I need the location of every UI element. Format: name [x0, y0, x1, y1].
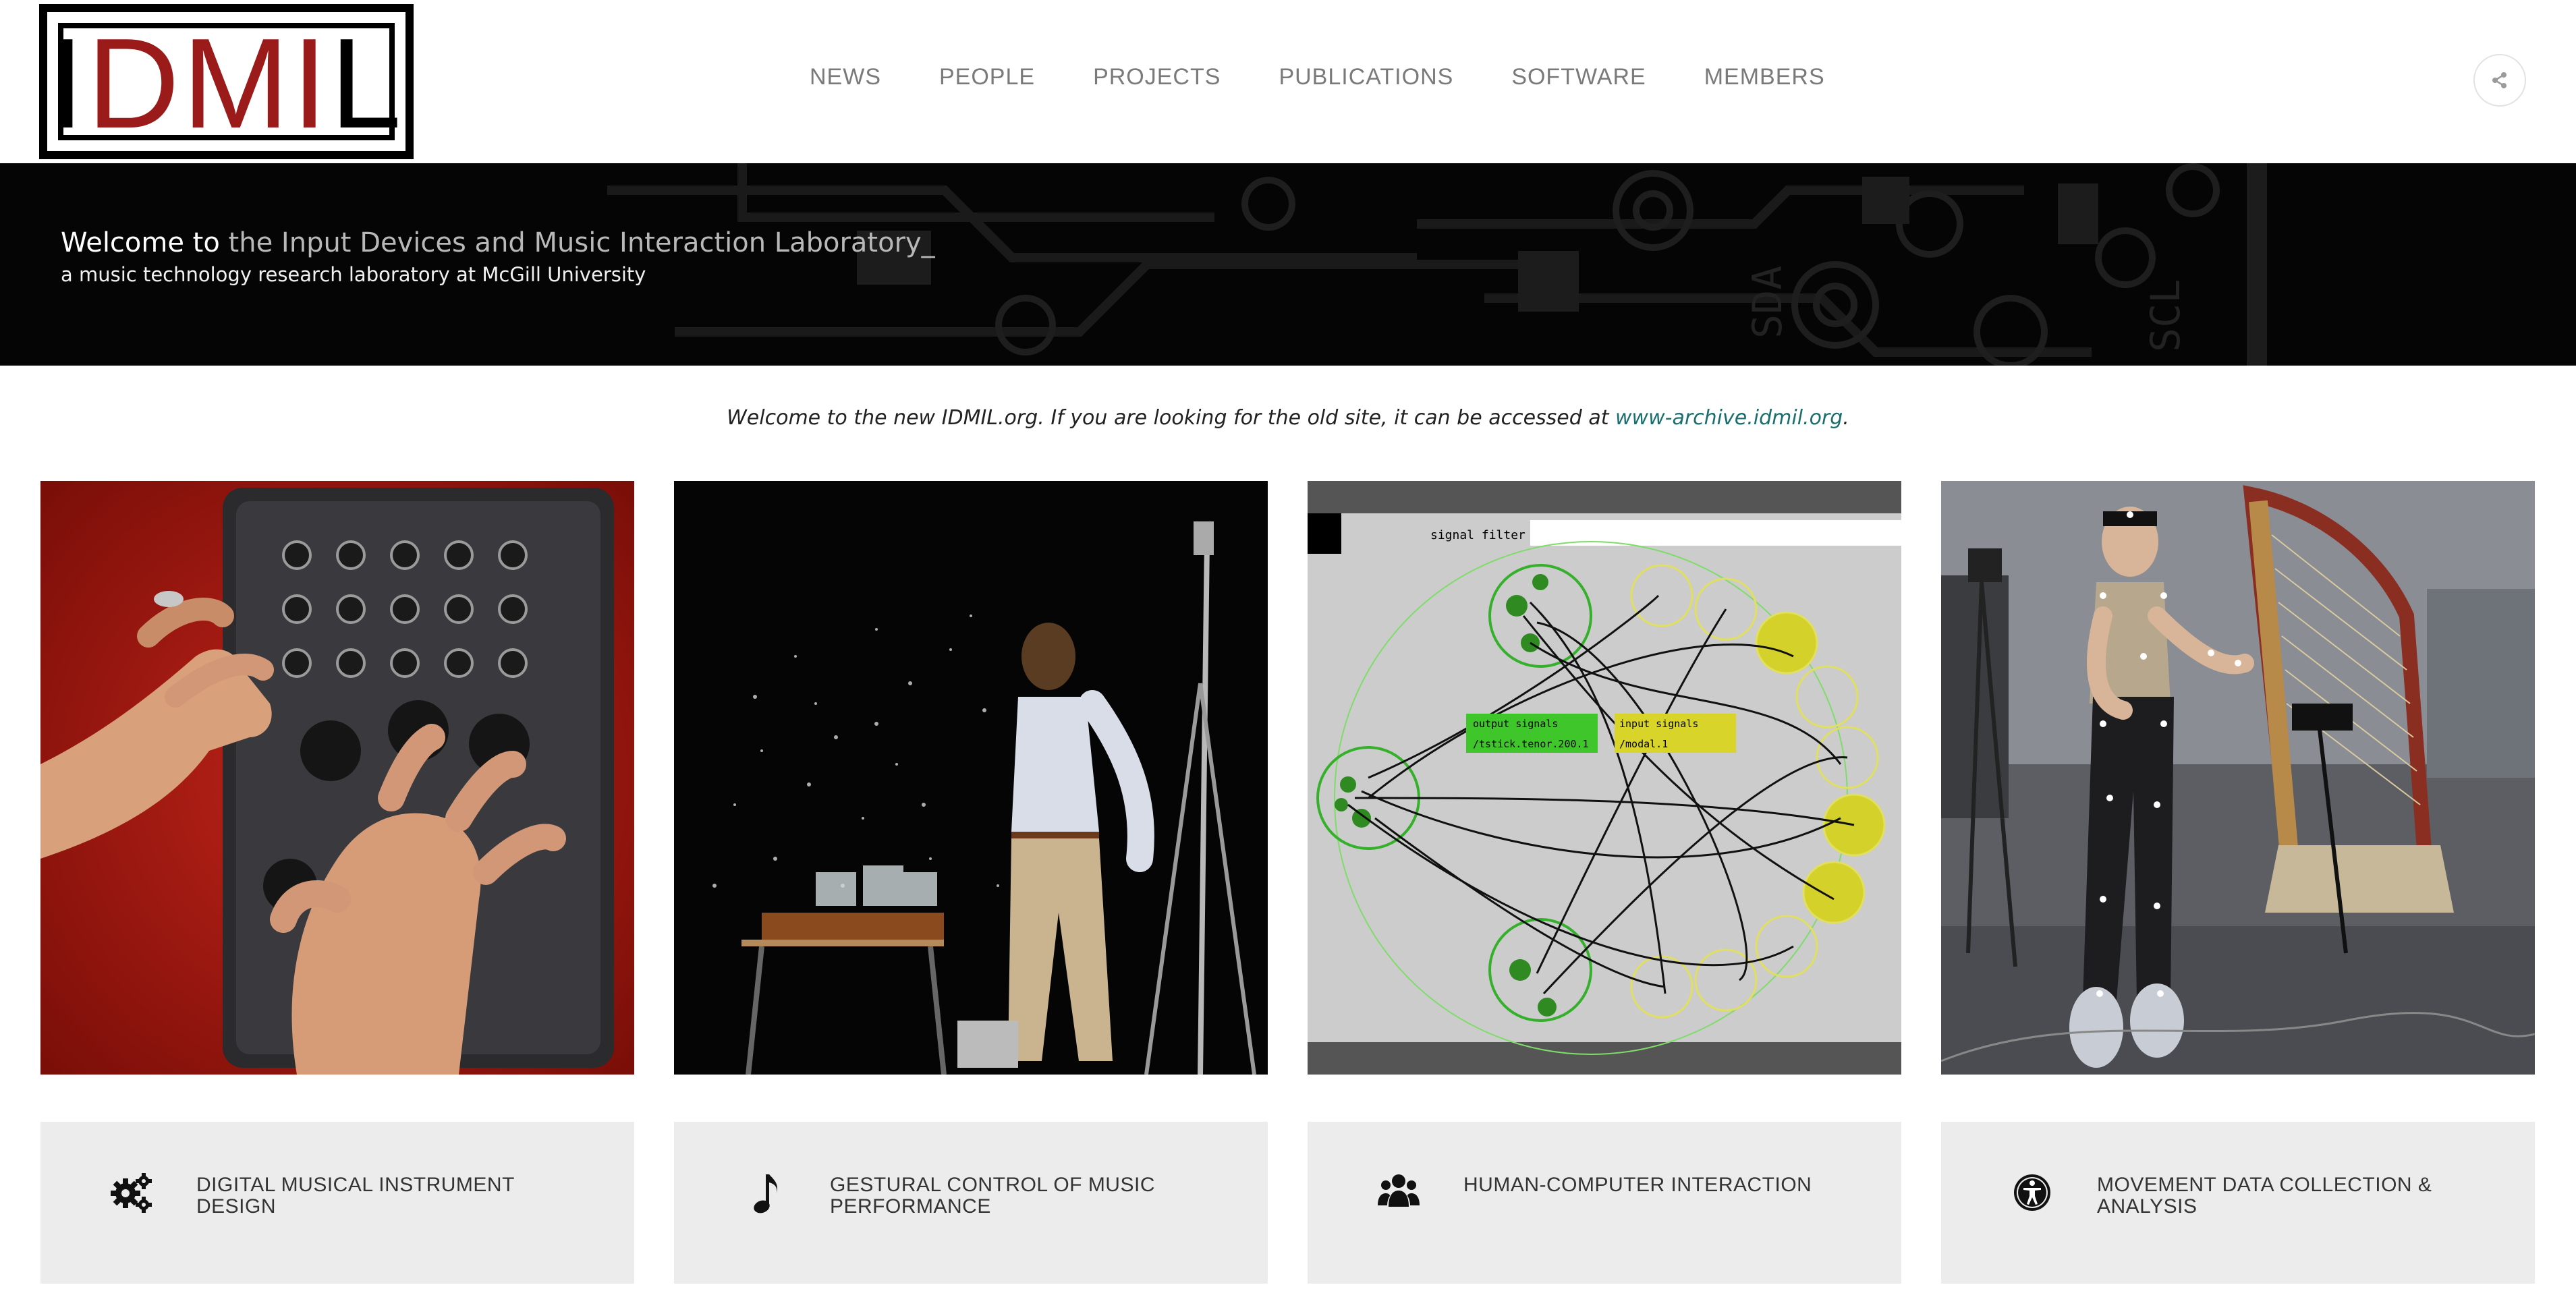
nav-item-news[interactable]: NEWS — [810, 64, 881, 98]
users-icon — [1378, 1174, 1420, 1207]
notice-text: Welcome to the new IDMIL.org. If you are… — [727, 406, 1616, 430]
input-signal-value: /modal.1 — [1619, 738, 1668, 750]
site-header: IDMIL NEWS PEOPLE PROJECTS PUBLICATIONS … — [0, 0, 2576, 163]
hero-welcome-text: Welcome to — [61, 227, 220, 258]
nav-item-people[interactable]: PEOPLE — [939, 64, 1035, 98]
category-card-dmi-design[interactable]: DIGITAL MUSICAL INSTRUMENT DESIGN — [40, 1122, 634, 1284]
card-label: MOVEMENT DATA COLLECTION & ANALYSIS — [2097, 1174, 2432, 1218]
logo-letter-l: L — [330, 12, 404, 155]
motion-capture-photo — [1941, 481, 2535, 1075]
hero-title: Welcome to the Input Devices and Music I… — [61, 227, 935, 258]
instrument-photo — [40, 481, 634, 1075]
accessibility-icon — [2014, 1174, 2050, 1211]
logo-inner-frame: IDMIL — [49, 20, 401, 148]
site-notice: Welcome to the new IDMIL.org. If you are… — [0, 406, 2576, 430]
idmil-logo[interactable]: IDMIL — [39, 4, 414, 159]
logo-letter-i: I — [49, 12, 87, 155]
performance-photo — [674, 481, 1268, 1075]
main-nav: NEWS PEOPLE PROJECTS PUBLICATIONS SOFTWA… — [810, 64, 1883, 98]
input-signals-label: input signals — [1619, 718, 1698, 730]
share-icon — [2492, 72, 2507, 88]
output-signal-value: /tstick.tenor.200.1 — [1473, 738, 1589, 750]
category-card-movement-data[interactable]: MOVEMENT DATA COLLECTION & ANALYSIS — [1941, 1122, 2535, 1284]
output-signals-label: output signals — [1473, 718, 1558, 730]
category-card-hci[interactable]: HUMAN-COMPUTER INTERACTION — [1308, 1122, 1901, 1284]
nav-item-projects[interactable]: PROJECTS — [1093, 64, 1221, 98]
notice-suffix: . — [1843, 406, 1849, 430]
logo-letters-dmi: DMI — [86, 12, 331, 155]
hero-lab-name: the Input Devices and Music Interaction … — [219, 227, 935, 258]
svg-text:SDA: SDA — [1744, 266, 1791, 339]
svg-text:SCL: SCL — [2142, 279, 2189, 352]
hero-subtitle: a music technology research laboratory a… — [61, 263, 646, 286]
signal-filter-screenshot: signal filter output signals /tstick.ten… — [1308, 481, 1901, 1075]
nav-item-publications[interactable]: PUBLICATIONS — [1279, 64, 1453, 98]
category-card-gestural-control[interactable]: GESTURAL CONTROL OF MUSIC PERFORMANCE — [674, 1122, 1268, 1284]
card-label: GESTURAL CONTROL OF MUSIC PERFORMANCE — [830, 1174, 1155, 1218]
card-label: DIGITAL MUSICAL INSTRUMENT DESIGN — [196, 1174, 515, 1218]
nav-item-members[interactable]: MEMBERS — [1704, 64, 1825, 98]
image-tile-hci[interactable]: signal filter output signals /tstick.ten… — [1308, 481, 1901, 1075]
image-tile-instrument-design[interactable] — [40, 481, 634, 1075]
nav-item-software[interactable]: SOFTWARE — [1511, 64, 1646, 98]
image-tile-movement-data[interactable] — [1941, 481, 2535, 1075]
image-tile-gestural-control[interactable] — [674, 481, 1268, 1075]
share-button[interactable] — [2473, 54, 2526, 107]
patch-title: signal filter — [1430, 528, 1525, 542]
gears-icon — [111, 1173, 152, 1213]
logo-wordmark: IDMIL — [49, 20, 404, 148]
music-note-icon — [754, 1174, 778, 1213]
card-label: HUMAN-COMPUTER INTERACTION — [1463, 1174, 1812, 1196]
archive-link[interactable]: www-archive.idmil.org — [1615, 406, 1843, 430]
hero-banner: SDA SCL Welcome to the Input Devices and… — [0, 163, 2576, 366]
